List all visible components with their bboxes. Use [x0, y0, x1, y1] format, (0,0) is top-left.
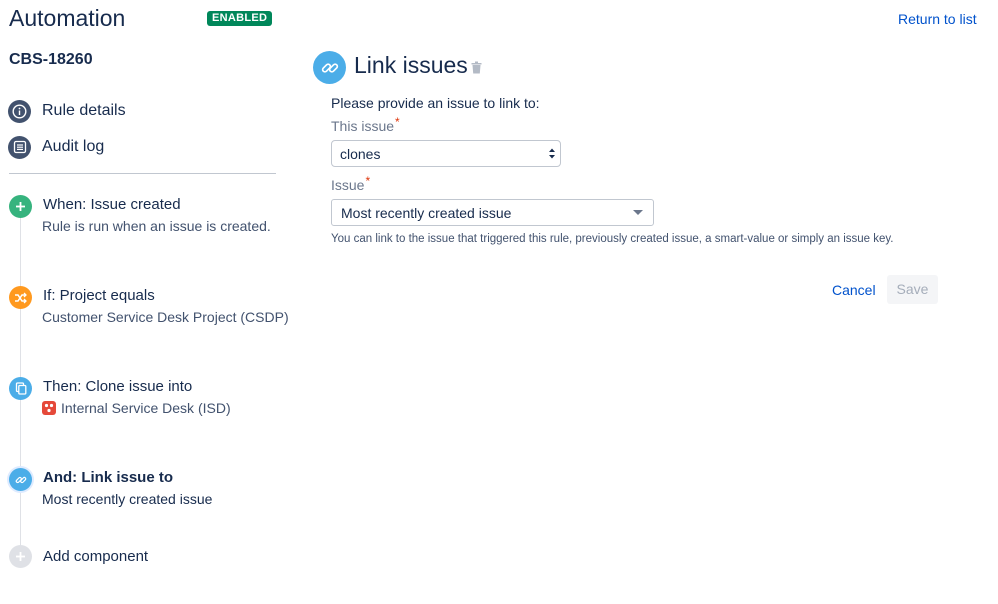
help-text: You can link to the issue that triggered…	[331, 233, 894, 245]
add-component-label: Add component	[43, 548, 149, 565]
save-button[interactable]: Save	[887, 275, 938, 304]
step-trigger[interactable]: When: Issue created Rule is run when an …	[9, 195, 289, 239]
add-component-button[interactable]: Add component	[9, 545, 289, 571]
select-arrows-icon	[548, 147, 556, 163]
link-type-value: clones	[340, 145, 381, 162]
nav-rule-details-label: Rule details	[42, 102, 126, 119]
plus-icon	[9, 195, 32, 218]
step-title: If: Project equals	[43, 287, 155, 304]
nav-audit-log[interactable]: Audit log	[8, 135, 104, 159]
nav-rule-details[interactable]: Rule details	[8, 99, 126, 123]
sidebar-divider	[9, 173, 276, 174]
chevron-down-icon	[633, 210, 643, 215]
instruction-text: Please provide an issue to link to:	[331, 95, 540, 111]
shuffle-icon	[9, 286, 32, 309]
step-description: Internal Service Desk (ISD)	[42, 400, 231, 416]
plus-icon	[9, 545, 32, 568]
step-description: Customer Service Desk Project (CSDP)	[42, 309, 289, 325]
rule-id: CBS-18260	[9, 51, 93, 68]
info-icon	[8, 99, 31, 123]
trash-icon[interactable]	[471, 61, 482, 79]
project-name: Internal Service Desk (ISD)	[61, 400, 231, 416]
link-icon	[313, 51, 346, 84]
list-icon	[8, 135, 31, 159]
step-description: Most recently created issue	[42, 491, 213, 507]
step-action-clone[interactable]: Then: Clone issue into Internal Service …	[9, 377, 289, 421]
status-badge: ENABLED	[207, 11, 273, 26]
link-icon	[9, 468, 32, 491]
return-to-list-link[interactable]: Return to list	[898, 11, 977, 27]
nav-audit-log-label: Audit log	[42, 138, 105, 155]
issue-select-value: Most recently created issue	[341, 204, 512, 221]
step-condition[interactable]: If: Project equals Customer Service Desk…	[9, 286, 289, 330]
step-title: When: Issue created	[43, 196, 181, 213]
panel-title: Link issues	[354, 52, 468, 78]
copy-icon	[9, 377, 32, 400]
issue-label: Issue*	[331, 174, 371, 193]
step-title: Then: Clone issue into	[43, 378, 193, 395]
issue-select[interactable]: Most recently created issue	[331, 199, 654, 226]
step-title: And: Link issue to	[43, 469, 174, 486]
this-issue-label: This issue*	[331, 115, 400, 134]
app-title: Automation	[9, 5, 126, 31]
project-icon	[42, 401, 56, 415]
step-description: Rule is run when an issue is created.	[42, 218, 271, 234]
cancel-button[interactable]: Cancel	[823, 276, 885, 304]
step-action-link[interactable]: And: Link issue to Most recently created…	[9, 468, 289, 512]
link-type-select[interactable]: clones	[331, 140, 561, 167]
